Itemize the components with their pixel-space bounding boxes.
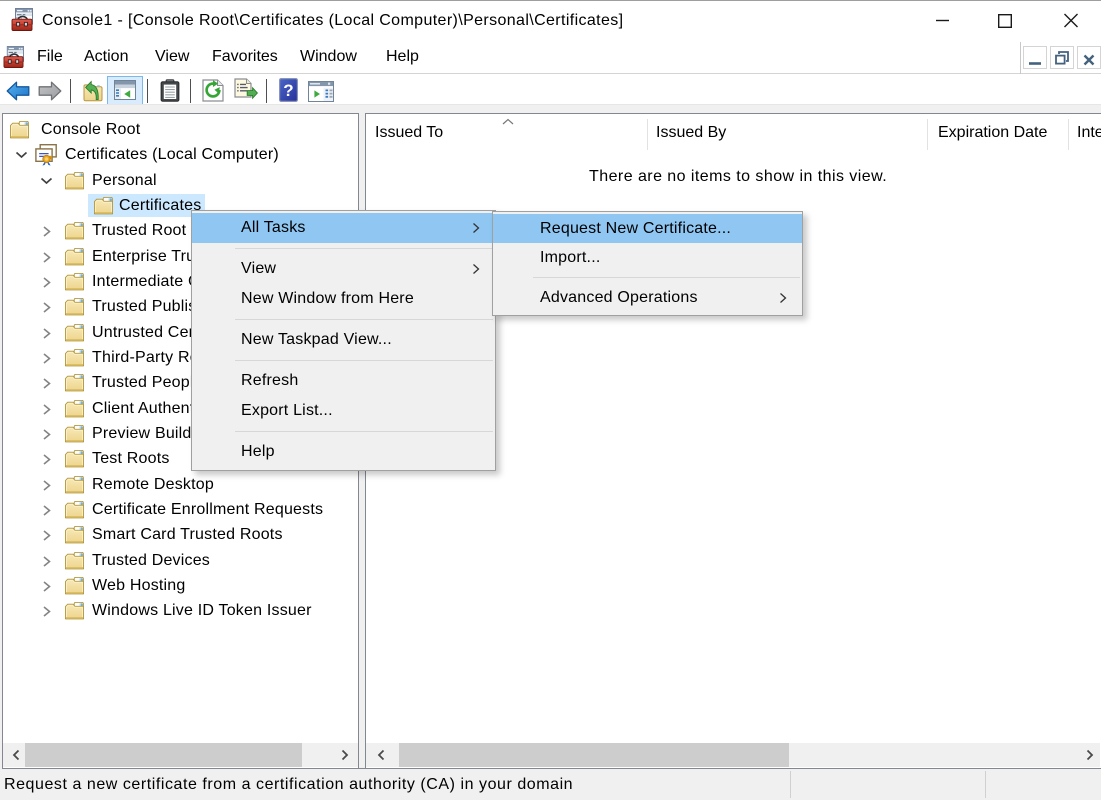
svg-text:?: ? bbox=[283, 81, 293, 100]
